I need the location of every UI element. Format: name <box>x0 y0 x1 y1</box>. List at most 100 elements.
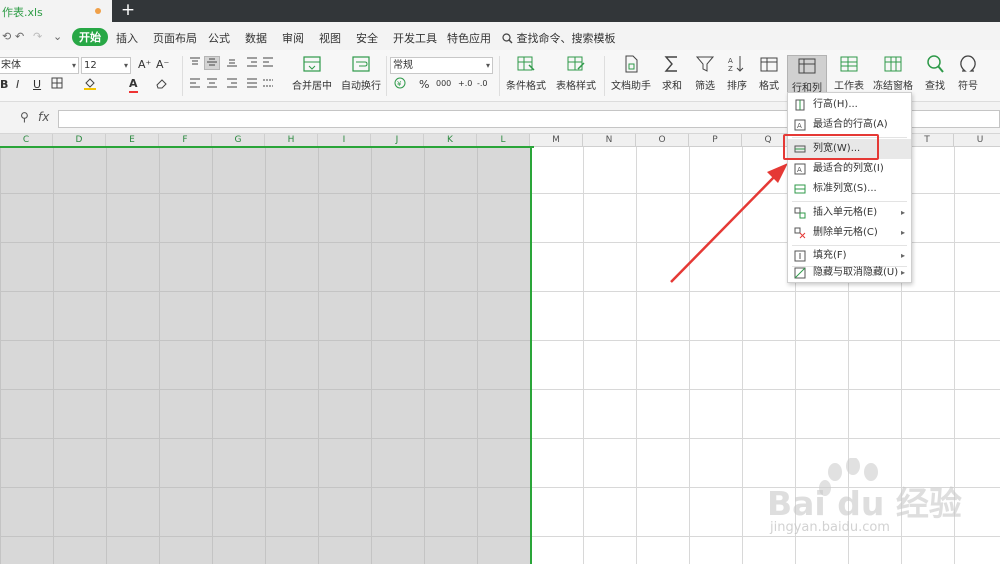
menu-delete-cells[interactable]: 删除单元格(C) ▸ <box>788 223 911 243</box>
justify-icon <box>247 78 257 88</box>
shrink-font-button[interactable]: A⁻ <box>156 58 169 72</box>
align-right-icon <box>227 78 237 88</box>
menu-formulas[interactable]: 公式 <box>208 30 230 46</box>
menu-review[interactable]: 审阅 <box>282 30 304 46</box>
column-header-p[interactable]: P <box>689 134 742 147</box>
svg-text:¥: ¥ <box>397 80 402 88</box>
format-button[interactable]: 格式 <box>754 54 784 92</box>
menu-data[interactable]: 数据 <box>245 30 267 46</box>
submenu-arrow-icon: ▸ <box>900 228 905 237</box>
omega-icon <box>960 55 976 72</box>
menu-start[interactable]: 开始 <box>72 28 108 46</box>
highlight-box <box>783 134 879 160</box>
align-top-button[interactable] <box>189 57 201 71</box>
standard-width-icon <box>794 184 806 194</box>
increase-decimal-button[interactable]: +.0 <box>458 77 472 91</box>
menu-hide-unhide[interactable]: 隐藏与取消隐藏(U) ▸ <box>788 263 911 283</box>
redo-icon[interactable]: ↷ <box>33 30 42 43</box>
column-header-n[interactable]: N <box>583 134 636 147</box>
sigma-icon <box>664 56 677 72</box>
svg-text:A: A <box>728 57 733 65</box>
align-right-button[interactable] <box>226 78 238 92</box>
svg-text:Z: Z <box>728 65 733 73</box>
align-middle-icon <box>207 58 217 66</box>
wrap-text-button[interactable]: 自动换行 <box>340 54 382 92</box>
freeze-panes-icon <box>884 56 902 72</box>
symbol-button[interactable]: 符号 <box>953 54 983 92</box>
refresh-icon[interactable]: ⟲ <box>2 30 11 43</box>
menu-autofit-column[interactable]: A 最适合的列宽(I) <box>788 159 911 179</box>
underline-button[interactable]: U <box>33 78 41 92</box>
fx-icon[interactable]: fx <box>38 110 49 124</box>
thousands-button[interactable]: 000 <box>436 77 451 91</box>
document-tab[interactable]: 作表.xls <box>0 0 112 22</box>
menu-page-layout[interactable]: 页面布局 <box>153 30 197 46</box>
menu-insert-cells[interactable]: 插入单元格(E) ▸ <box>788 203 911 223</box>
fill-color-button[interactable] <box>83 77 97 94</box>
doc-helper-button[interactable]: 文档助手 <box>609 54 653 92</box>
font-name-select[interactable]: 宋体 ▾ <box>0 57 79 74</box>
table-style-button[interactable]: 表格样式 <box>553 54 599 92</box>
sum-button[interactable]: 求和 <box>657 54 687 92</box>
decrease-decimal-button[interactable]: -.0 <box>477 77 488 91</box>
hide-unhide-icon <box>794 267 806 279</box>
svg-text:A: A <box>797 166 802 174</box>
currency-button[interactable]: ¥ <box>394 77 408 93</box>
clear-button[interactable] <box>155 77 168 93</box>
document-tab-name: 作表.xls <box>2 6 43 19</box>
font-size-select[interactable]: 12 ▾ <box>81 57 131 74</box>
number-format-select[interactable]: 常规 ▾ <box>390 57 493 74</box>
column-header-m[interactable]: M <box>530 134 583 147</box>
conditional-format-button[interactable]: 条件格式 <box>503 54 549 92</box>
conditional-format-label: 条件格式 <box>506 81 546 92</box>
command-search-label: 查找命令、搜索模板 <box>516 32 616 45</box>
menu-security[interactable]: 安全 <box>356 30 378 46</box>
menu-special[interactable]: 特色应用 <box>447 30 491 46</box>
border-button[interactable] <box>51 77 63 93</box>
filter-button[interactable]: 筛选 <box>690 54 720 92</box>
number-format-value: 常规 <box>393 60 413 71</box>
column-header-u[interactable]: U <box>954 134 1000 147</box>
search-icon <box>927 55 944 73</box>
menu-insert[interactable]: 插入 <box>116 30 138 46</box>
indent-button[interactable] <box>246 57 258 71</box>
merge-center-button[interactable]: 合并居中 <box>289 54 335 92</box>
new-tab-button[interactable]: + <box>119 0 137 22</box>
italic-button[interactable]: I <box>16 78 19 92</box>
zoom-icon[interactable]: ⚲ <box>20 110 29 124</box>
row-col-button[interactable]: 行和列 <box>787 55 827 95</box>
outdent-button[interactable] <box>262 57 274 71</box>
menu-autofit-row[interactable]: A 最适合的行高(A) <box>788 115 911 135</box>
menu-row-height[interactable]: 行高(H)... <box>788 95 911 115</box>
justify-button[interactable] <box>246 78 258 92</box>
align-middle-button[interactable] <box>204 56 220 70</box>
find-button[interactable]: 查找 <box>920 54 950 92</box>
worksheet-button[interactable]: 工作表 <box>829 54 869 92</box>
align-left-button[interactable] <box>189 78 201 92</box>
align-bottom-button[interactable] <box>226 57 238 71</box>
freeze-panes-label: 冻结窗格 <box>873 81 913 92</box>
bold-button[interactable]: B <box>0 78 8 92</box>
freeze-panes-button[interactable]: 冻结窗格 <box>871 54 915 92</box>
menu-standard-width[interactable]: 标准列宽(S)... <box>788 179 911 199</box>
column-header-o[interactable]: O <box>636 134 689 147</box>
grow-font-button[interactable]: A⁺ <box>138 58 151 72</box>
merge-cells-icon <box>303 56 321 72</box>
menu-view[interactable]: 视图 <box>319 30 341 46</box>
align-center-button[interactable] <box>206 78 218 92</box>
font-color-button[interactable]: A <box>129 77 138 93</box>
find-label: 查找 <box>925 81 945 92</box>
distribute-button[interactable] <box>262 78 274 92</box>
autofit-row-icon: A <box>794 119 806 131</box>
border-icon <box>51 77 63 89</box>
percent-button[interactable]: % <box>419 78 429 92</box>
ribbon-divider <box>182 56 183 96</box>
paint-bucket-icon <box>84 78 96 90</box>
selected-range[interactable] <box>0 147 532 564</box>
menu-developer[interactable]: 开发工具 <box>393 30 437 46</box>
command-search[interactable]: 查找命令、搜索模板 <box>502 30 616 46</box>
undo-icon[interactable]: ↶ <box>15 30 24 43</box>
sort-button[interactable]: AZ 排序 <box>722 54 752 92</box>
customize-icon[interactable]: ⌄ <box>53 30 62 43</box>
menu-bar: ⟲ ↶ ↷ ⌄ 开始 插入 页面布局 公式 数据 审阅 视图 安全 开发工具 特… <box>0 22 1000 50</box>
